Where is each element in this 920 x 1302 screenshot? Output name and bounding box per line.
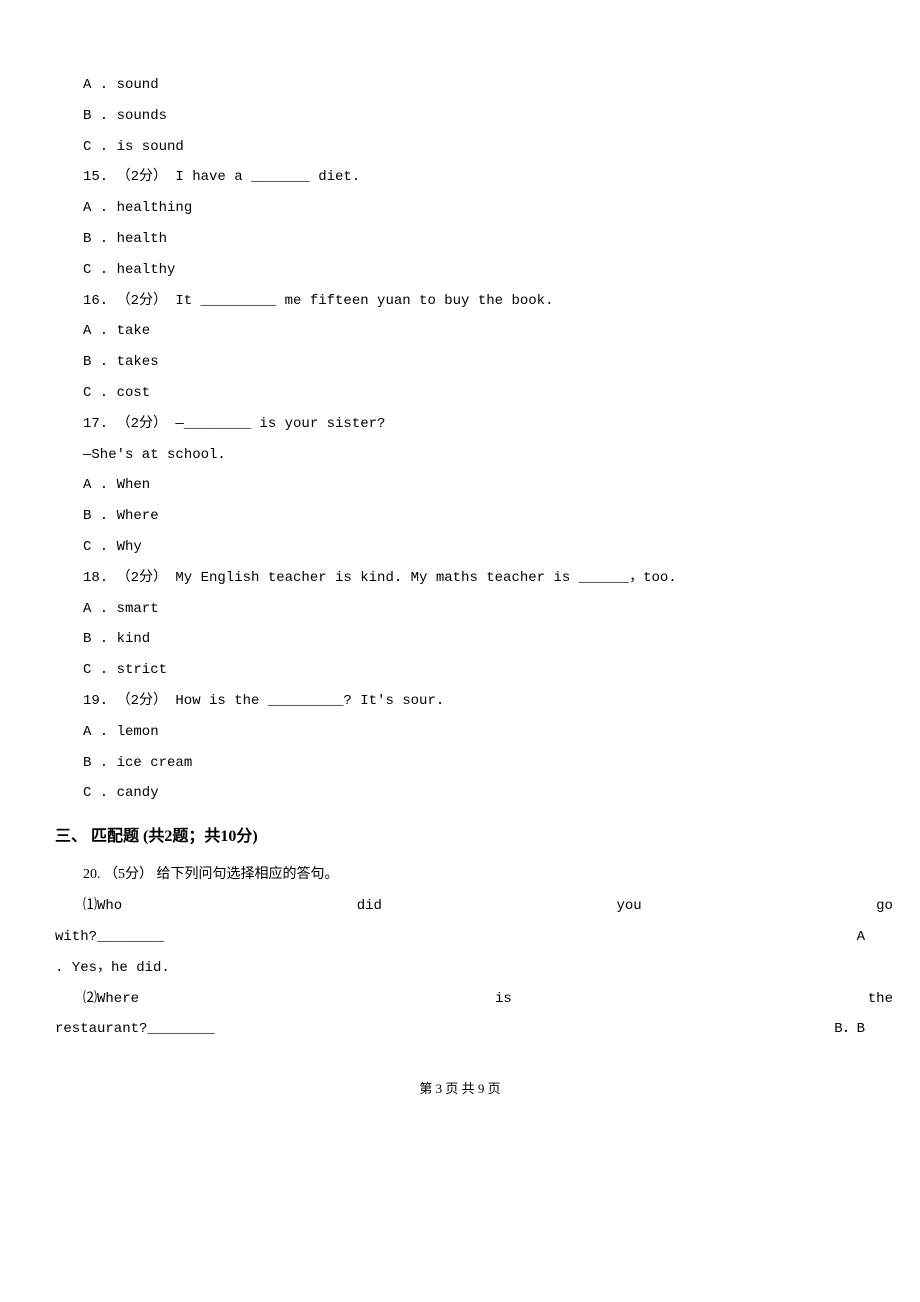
q17-option-a: A . When — [83, 470, 865, 501]
q14-option-b: B . sounds — [83, 101, 865, 132]
q20-row-2b: restaurant?________ B．B — [55, 1014, 865, 1045]
q20-r1-w3: you — [616, 891, 641, 922]
q15-option-a: A . healthing — [83, 193, 865, 224]
q16-option-b: B . takes — [83, 347, 865, 378]
q20-row-1: ⑴Who did you go — [83, 891, 893, 922]
q15-option-b: B . health — [83, 224, 865, 255]
q20-r2b-right: B．B — [834, 1014, 865, 1045]
q20-r2b-left: restaurant?________ — [55, 1014, 215, 1045]
q15-prompt: 15. （2分） I have a _______ diet. — [83, 162, 865, 193]
q20-row-1c: . Yes，he did. — [55, 953, 865, 984]
q14-option-a: A . sound — [83, 70, 865, 101]
q17-sub: —She's at school. — [83, 440, 865, 471]
q14-option-c: C . is sound — [83, 132, 865, 163]
q20-r2-w3: the — [868, 984, 893, 1015]
q18-option-c: C . strict — [83, 655, 865, 686]
q20-r1b-left: with?________ — [55, 922, 164, 953]
q20-row-2: ⑵Where is the — [83, 984, 893, 1015]
q20-r2-w2: is — [495, 984, 512, 1015]
q16-prompt: 16. （2分） It _________ me fifteen yuan to… — [83, 286, 865, 317]
q16-option-c: C . cost — [83, 378, 865, 409]
page-footer: 第 3 页 共 9 页 — [55, 1075, 865, 1104]
q18-option-b: B . kind — [83, 624, 865, 655]
q15-option-c: C . healthy — [83, 255, 865, 286]
q19-option-a: A . lemon — [83, 717, 865, 748]
q19-option-b: B . ice cream — [83, 748, 865, 779]
q17-prompt: 17. （2分） —________ is your sister? — [83, 409, 865, 440]
q19-prompt: 19. （2分） How is the _________? It's sour… — [83, 686, 865, 717]
q16-option-a: A . take — [83, 316, 865, 347]
q18-prompt: 18. （2分） My English teacher is kind. My … — [83, 563, 865, 594]
q18-option-a: A . smart — [83, 594, 865, 625]
q17-option-b: B . Where — [83, 501, 865, 532]
q20-r2-w1: ⑵Where — [83, 984, 139, 1015]
q20-r1b-right: A — [857, 922, 865, 953]
q19-option-c: C . candy — [83, 778, 865, 809]
q20-row-1b: with?________ A — [55, 922, 865, 953]
section-3-heading: 三、 匹配题 (共2题；共10分) — [55, 819, 865, 854]
q20-r1-w1: ⑴Who — [83, 891, 122, 922]
q20-prompt: 20. （5分） 给下列问句选择相应的答句。 — [83, 860, 865, 891]
q20-r1-w2: did — [357, 891, 382, 922]
q17-option-c: C . Why — [83, 532, 865, 563]
q20-r1-w4: go — [876, 891, 893, 922]
